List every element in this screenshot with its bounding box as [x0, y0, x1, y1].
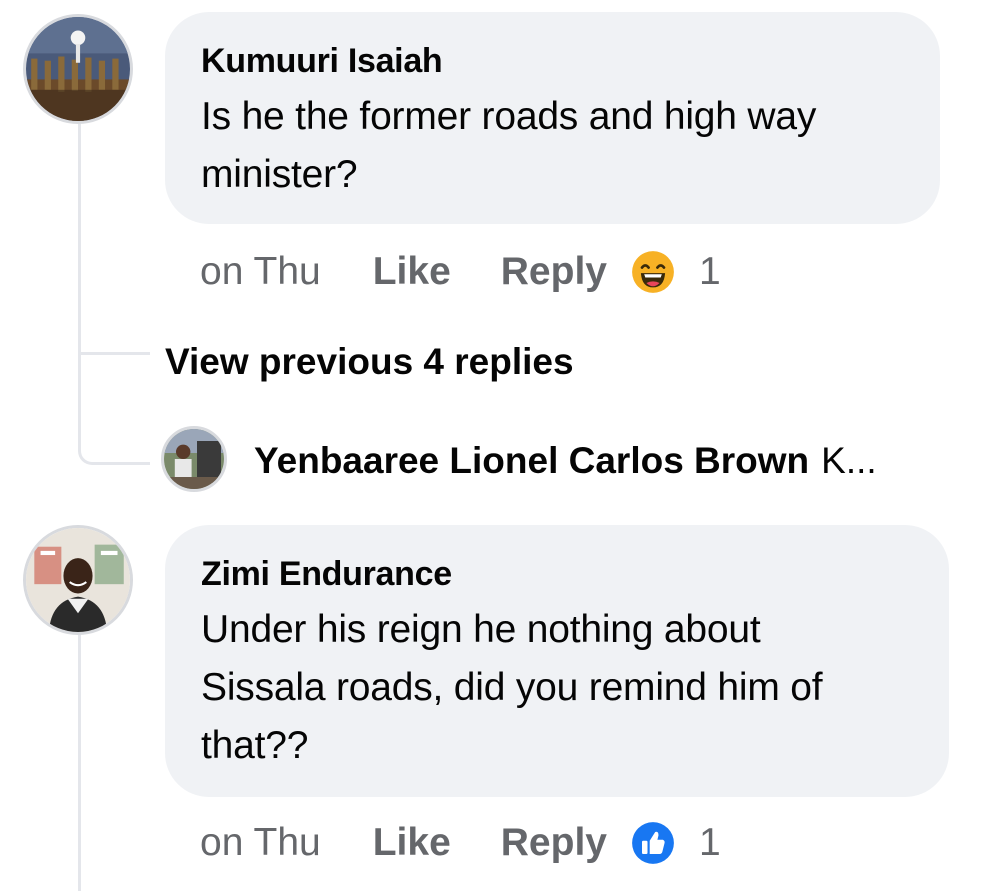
thread-line-2	[78, 632, 81, 891]
comment-text-line: minister?	[201, 153, 358, 196]
comment-text-line: that??	[201, 724, 309, 767]
comment-author[interactable]: Zimi Endurance	[201, 555, 452, 594]
avatar-zimi-endurance[interactable]	[23, 525, 133, 635]
avatar-photo	[26, 17, 130, 121]
comment-bubble: Zimi Endurance Under his reign he nothin…	[165, 525, 949, 797]
comment-text-line: Under his reign he nothing about	[201, 608, 761, 651]
like-button[interactable]: Like	[373, 250, 451, 294]
reply-button[interactable]: Reply	[501, 821, 607, 865]
comment-actions: on Thu Like Reply 1	[200, 815, 721, 871]
reaction-count: 1	[698, 250, 721, 293]
reply-snippet: K...	[821, 440, 877, 481]
reply-button[interactable]: Reply	[501, 250, 607, 294]
view-previous-replies-link[interactable]: View previous 4 replies	[165, 341, 574, 383]
thread-line-1	[78, 122, 81, 352]
like-button[interactable]: Like	[373, 821, 451, 865]
latest-reply-preview[interactable]: Yenbaaree Lionel Carlos Brown K...	[254, 440, 877, 482]
comment-timestamp[interactable]: on Thu	[200, 821, 321, 865]
avatar-photo	[164, 429, 224, 489]
reply-author[interactable]: Yenbaaree Lionel Carlos Brown	[254, 440, 809, 482]
avatar-photo	[26, 528, 130, 632]
comment-text-line: Is he the former roads and high way	[201, 95, 817, 138]
avatar-yenbaaree-lionel-carlos-brown[interactable]	[161, 426, 227, 492]
comment-text-line: Sissala roads, did you remind him of	[201, 666, 823, 709]
comment-actions: on Thu Like Reply 1	[200, 244, 721, 300]
comment-bubble: Kumuuri Isaiah Is he the former roads an…	[165, 12, 940, 224]
reaction-count: 1	[698, 821, 721, 864]
comment-author[interactable]: Kumuuri Isaiah	[201, 42, 443, 81]
comment-timestamp[interactable]: on Thu	[200, 250, 321, 294]
thread-branch-latest-reply	[78, 352, 150, 465]
avatar-kumuuri-isaiah[interactable]	[23, 14, 133, 124]
like-thumb-icon[interactable]	[631, 821, 675, 865]
haha-emoji-icon[interactable]	[631, 250, 675, 294]
